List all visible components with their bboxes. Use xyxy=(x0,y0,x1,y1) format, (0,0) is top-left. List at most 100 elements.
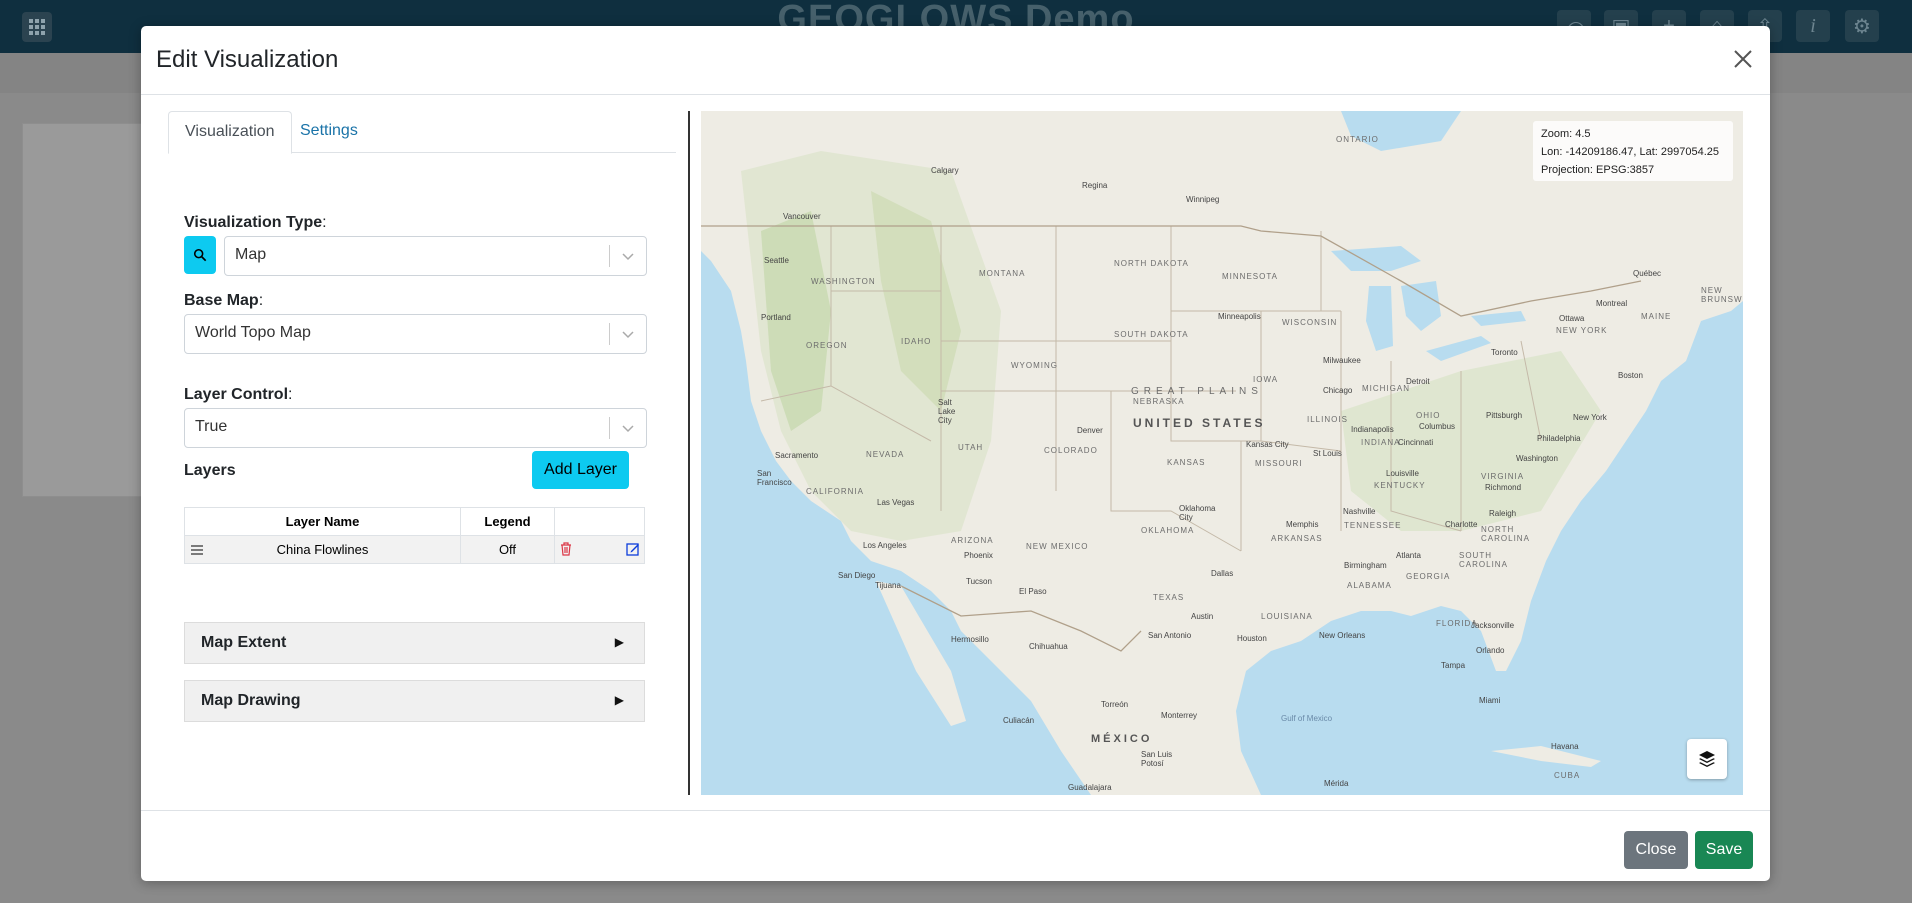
modal-close-button[interactable] xyxy=(1730,46,1756,72)
city-austin: Austin xyxy=(1191,612,1214,621)
city-sacramento: Sacramento xyxy=(775,451,819,460)
map-label-south-carolina: SOUTH CAROLINA xyxy=(1459,551,1508,569)
city-torreon: Torreón xyxy=(1101,700,1129,709)
city-tucson: Tucson xyxy=(966,577,992,586)
city-indianapolis: Indianapolis xyxy=(1351,425,1394,434)
city-washington-dc: Washington xyxy=(1516,454,1558,463)
city-nashville: Nashville xyxy=(1343,507,1376,516)
map-drawing-accordion[interactable]: Map Drawing ▶ xyxy=(184,680,645,722)
col-layer-name: Layer Name xyxy=(184,507,461,536)
search-icon xyxy=(193,248,207,262)
map-label-colorado: COLORADO xyxy=(1044,446,1098,455)
city-memphis: Memphis xyxy=(1286,520,1319,529)
tab-settings[interactable]: Settings xyxy=(284,111,374,151)
drag-handle-icon[interactable] xyxy=(191,545,203,555)
visualization-type-value: Map xyxy=(235,246,267,263)
city-ottawa: Ottawa xyxy=(1559,314,1585,323)
layer-name-cell: China Flowlines xyxy=(184,535,461,564)
city-raleigh: Raleigh xyxy=(1489,509,1517,518)
city-oklahoma-city: Oklahoma City xyxy=(1179,504,1216,522)
layers-table: Layer Name Legend China Flowlines Off xyxy=(184,507,645,564)
map-label-indiana: INDIANA xyxy=(1361,438,1401,447)
map-coordinates-panel: Zoom: 4.5 Lon: -14209186.47, Lat: 299705… xyxy=(1533,121,1733,181)
city-denver: Denver xyxy=(1077,426,1103,435)
pane-divider[interactable] xyxy=(688,111,690,795)
map-label-wisconsin: WISCONSIN xyxy=(1282,318,1338,327)
base-map-select[interactable]: World Topo Map xyxy=(184,314,647,354)
tab-visualization[interactable]: Visualization xyxy=(168,111,292,154)
select-separator xyxy=(609,245,610,267)
map-label-tennessee: TENNESSEE xyxy=(1344,521,1402,530)
map-preview[interactable]: UNITED STATES GREAT PLAINS MÉXICO NORTH … xyxy=(701,111,1743,795)
layer-actions-cell xyxy=(554,535,645,564)
map-label-california: CALIFORNIA xyxy=(806,487,865,496)
select-separator xyxy=(609,323,610,345)
chevron-down-icon xyxy=(622,253,634,261)
trash-icon[interactable] xyxy=(560,542,572,556)
map-label-michigan: MICHIGAN xyxy=(1362,384,1410,393)
map-label-nebraska: NEBRASKA xyxy=(1133,397,1185,406)
city-toronto: Toronto xyxy=(1491,348,1518,357)
chevron-down-icon xyxy=(622,331,634,339)
city-calgary: Calgary xyxy=(931,166,959,175)
city-culiacan: Culiacán xyxy=(1003,716,1035,725)
city-pittsburgh: Pittsburgh xyxy=(1486,411,1523,420)
edit-visualization-modal: Edit Visualization Visualization Setting… xyxy=(141,26,1770,881)
search-visualization-button[interactable] xyxy=(184,236,216,274)
map-label-kentucky: KENTUCKY xyxy=(1374,481,1426,490)
city-birmingham: Birmingham xyxy=(1344,561,1387,570)
map-label-utah: UTAH xyxy=(958,443,984,452)
map-label-alabama: ALABAMA xyxy=(1347,581,1392,590)
city-detroit: Detroit xyxy=(1406,377,1430,386)
map-label-louisiana: LOUISIANA xyxy=(1261,612,1313,621)
table-header-row: Layer Name Legend xyxy=(184,507,645,536)
lonlat-readout: Lon: -14209186.47, Lat: 2997054.25 xyxy=(1541,146,1719,158)
col-legend: Legend xyxy=(460,507,555,536)
layers-icon xyxy=(1699,751,1715,767)
city-tijuana: Tijuana xyxy=(875,581,901,590)
map-label-arkansas: ARKANSAS xyxy=(1271,534,1323,543)
map-label-ontario: ONTARIO xyxy=(1336,135,1379,144)
map-label-missouri: MISSOURI xyxy=(1255,459,1303,468)
save-button[interactable]: Save xyxy=(1695,831,1753,869)
visualization-type-select[interactable]: Map xyxy=(224,236,647,276)
col-actions xyxy=(554,507,645,536)
city-san-antonio: San Antonio xyxy=(1148,631,1192,640)
map-label-minnesota: MINNESOTA xyxy=(1222,272,1278,281)
city-san-francisco: San Francisco xyxy=(757,469,792,487)
map-label-south-dakota: SOUTH DAKOTA xyxy=(1114,330,1189,339)
edit-icon[interactable] xyxy=(626,542,640,556)
city-jacksonville: Jacksonville xyxy=(1471,621,1515,630)
close-button[interactable]: Close xyxy=(1624,831,1688,869)
city-miami: Miami xyxy=(1479,696,1501,705)
layer-switcher-button[interactable] xyxy=(1687,739,1727,779)
map-extent-accordion[interactable]: Map Extent ▶ xyxy=(184,622,645,664)
city-winnipeg: Winnipeg xyxy=(1186,195,1220,204)
map-label-washington: WASHINGTON xyxy=(811,277,876,286)
city-tampa: Tampa xyxy=(1441,661,1466,670)
map-label-new-york: NEW YORK xyxy=(1556,326,1608,335)
city-atlanta: Atlanta xyxy=(1396,551,1421,560)
map-label-illinois: ILLINOIS xyxy=(1307,415,1348,424)
base-map-label: Base Map: xyxy=(184,292,264,309)
city-quebec: Québec xyxy=(1633,269,1662,278)
map-label-great-plains: GREAT PLAINS xyxy=(1131,386,1263,397)
map-label-montana: MONTANA xyxy=(979,269,1026,278)
map-label-virginia: VIRGINIA xyxy=(1481,472,1525,481)
info-button[interactable]: i xyxy=(1796,10,1830,42)
city-louisville: Louisville xyxy=(1386,469,1419,478)
city-minneapolis: Minneapolis xyxy=(1218,312,1261,321)
layer-control-label: Layer Control: xyxy=(184,386,293,403)
city-merida: Mérida xyxy=(1324,779,1349,788)
city-richmond: Richmond xyxy=(1485,483,1522,492)
city-los-angeles: Los Angeles xyxy=(863,541,907,550)
layer-control-select[interactable]: True xyxy=(184,408,647,448)
layer-name: China Flowlines xyxy=(276,542,369,557)
map-label-cuba: CUBA xyxy=(1554,771,1581,780)
city-guadalajara: Guadalajara xyxy=(1068,783,1112,792)
city-charlotte: Charlotte xyxy=(1445,520,1478,529)
map-label-arizona: ARIZONA xyxy=(951,536,994,545)
add-layer-button[interactable]: Add Layer xyxy=(532,451,629,489)
settings-button[interactable]: ⚙ xyxy=(1845,10,1879,42)
zoom-readout: Zoom: 4.5 xyxy=(1541,128,1591,140)
